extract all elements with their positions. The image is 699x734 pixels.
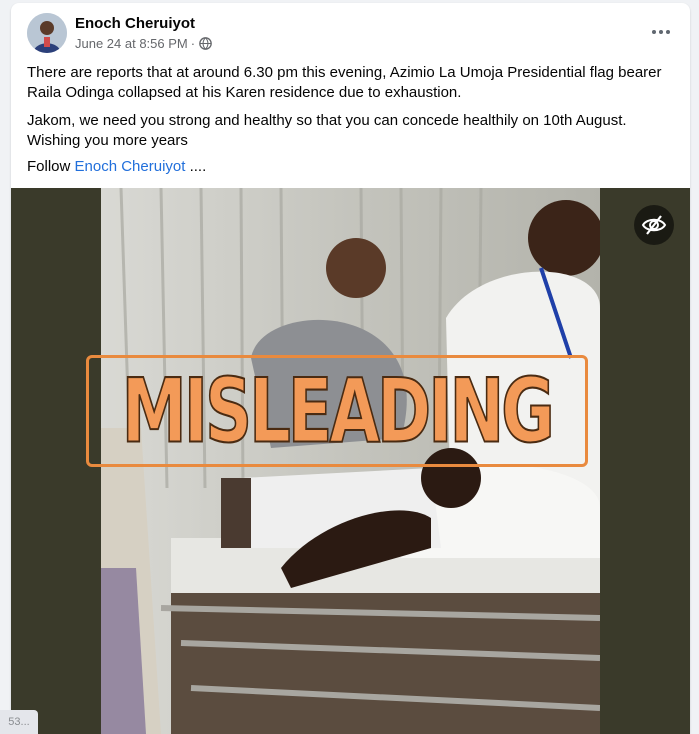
follow-suffix: .... xyxy=(185,158,207,175)
avatar-photo xyxy=(27,13,67,53)
post-paragraph: Jakom, we need you strong and healthy so… xyxy=(27,111,667,151)
follow-line: Follow Enoch Cheruiyot .... xyxy=(27,157,667,177)
follow-author-link[interactable]: Enoch Cheruiyot xyxy=(75,158,186,175)
post-paragraph: There are reports that at around 6.30 pm… xyxy=(27,64,662,101)
more-options-icon[interactable] xyxy=(646,17,676,47)
author-name[interactable]: Enoch Cheruiyot xyxy=(75,15,195,32)
follow-prefix: Follow xyxy=(27,158,75,175)
post-header: Enoch Cheruiyot June 24 at 8:56 PM · xyxy=(11,3,690,59)
post-timestamp[interactable]: June 24 at 8:56 PM xyxy=(75,36,188,51)
post-line: Jakom, we need you strong and healthy so… xyxy=(27,112,627,129)
post-card: Enoch Cheruiyot June 24 at 8:56 PM · The… xyxy=(11,3,690,734)
post-media[interactable]: MISLEADING xyxy=(11,188,690,734)
avatar[interactable] xyxy=(27,13,67,53)
meta-separator: · xyxy=(190,36,196,51)
globe-icon xyxy=(199,37,212,50)
post-body: There are reports that at around 6.30 pm… xyxy=(27,63,667,185)
misleading-label: MISLEADING xyxy=(121,358,556,463)
eye-slash-icon[interactable] xyxy=(634,205,674,245)
post-line: Wishing you more years xyxy=(27,132,188,149)
misleading-stamp: MISLEADING xyxy=(86,355,588,467)
corner-badge: 53... xyxy=(0,710,38,734)
post-meta: June 24 at 8:56 PM · xyxy=(75,36,212,51)
